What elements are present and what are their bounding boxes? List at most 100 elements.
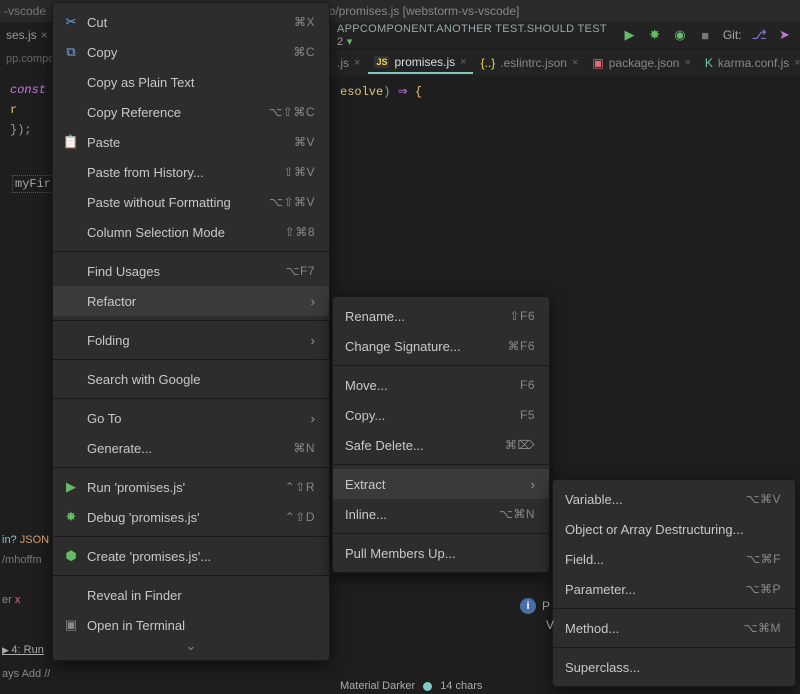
- menu-item-go-to[interactable]: Go To›: [53, 403, 329, 433]
- status-text: ays Add //: [2, 668, 50, 680]
- tool-window-run[interactable]: 4: Run: [2, 644, 44, 656]
- shortcut: ⌥⌘M: [744, 621, 781, 635]
- shortcut: ⌥⌘N: [499, 507, 535, 521]
- tab-package[interactable]: ▣package.json×: [586, 52, 697, 74]
- menu-item-folding[interactable]: Folding›: [53, 325, 329, 355]
- menu-item-label: Generate...: [87, 441, 269, 456]
- tab-promises[interactable]: JSpromises.js×: [368, 52, 472, 74]
- json-icon: {..}: [481, 56, 496, 70]
- menu-item-superclass[interactable]: Superclass...: [553, 652, 795, 682]
- menu-item-create-promises-js[interactable]: ⬢Create 'promises.js'...: [53, 541, 329, 571]
- karma-icon: K: [705, 56, 713, 70]
- close-icon[interactable]: ×: [460, 56, 466, 68]
- shortcut: ⇧⌘8: [285, 225, 315, 239]
- shortcut: ⌘N: [293, 441, 315, 455]
- run-output: in? JSON: [2, 534, 49, 546]
- git-label: Git:: [723, 28, 742, 42]
- code-editor[interactable]: const r });: [10, 80, 46, 140]
- push-icon[interactable]: ➤: [777, 27, 792, 43]
- menu-item-variable[interactable]: Variable...⌥⌘V: [553, 484, 795, 514]
- menu-item-rename[interactable]: Rename...⇧F6: [333, 301, 549, 331]
- debug-icon[interactable]: ✸: [647, 27, 662, 43]
- menu-item-copy-as-plain-text[interactable]: Copy as Plain Text: [53, 67, 329, 97]
- shortcut: ⌃⇧R: [285, 480, 315, 494]
- menu-item-field[interactable]: Field...⌥⌘F: [553, 544, 795, 574]
- menu-item-extract[interactable]: Extract›: [333, 469, 549, 499]
- menu-item-copy[interactable]: ⧉Copy⌘C: [53, 37, 329, 67]
- run-icon: ▶: [63, 479, 79, 495]
- close-icon[interactable]: ×: [354, 57, 360, 69]
- menu-item-safe-delete[interactable]: Safe Delete...⌘⌦: [333, 430, 549, 460]
- menu-item-copy-reference[interactable]: Copy Reference⌥⇧⌘C: [53, 97, 329, 127]
- menu-item-parameter[interactable]: Parameter...⌥⌘P: [553, 574, 795, 604]
- blank-icon: [63, 440, 79, 456]
- menu-item-open-in-terminal[interactable]: ▣Open in Terminal: [53, 610, 329, 640]
- menu-item-find-usages[interactable]: Find Usages⌥F7: [53, 256, 329, 286]
- menu-item-generate[interactable]: Generate... ⌘N: [53, 433, 329, 463]
- refactor-submenu: Rename...⇧F6Change Signature...⌘F6 Move..…: [332, 296, 550, 573]
- status-theme[interactable]: Material Darker: [340, 680, 415, 692]
- info-icon: i: [520, 598, 536, 614]
- editor-tabs: .js× JSpromises.js× {..}.eslintrc.json× …: [329, 50, 800, 76]
- menu-item-label: Column Selection Mode: [87, 225, 261, 240]
- stop-icon[interactable]: ■: [698, 27, 713, 43]
- menu-item-paste-from-history[interactable]: Paste from History...⇧⌘V: [53, 157, 329, 187]
- branch-icon[interactable]: ⎇: [752, 27, 767, 43]
- blank-icon: [63, 293, 79, 309]
- run-output-err: er x: [2, 594, 20, 606]
- shortcut: ⌥⌘V: [746, 492, 781, 506]
- run-config[interactable]: APPCOMPONENT.ANOTHER TEST.SHOULD TEST 2: [337, 23, 612, 48]
- run-icon[interactable]: ▶: [622, 27, 637, 43]
- coverage-icon[interactable]: ◉: [672, 27, 687, 43]
- shortcut: F5: [520, 408, 535, 422]
- blank-icon: [63, 74, 79, 90]
- close-icon[interactable]: ×: [794, 57, 800, 69]
- menu-item-label: Safe Delete...: [345, 438, 481, 453]
- blank-icon: [63, 371, 79, 387]
- shortcut: ⌥⌘P: [746, 582, 781, 596]
- menu-item-search-with-google[interactable]: Search with Google: [53, 364, 329, 394]
- shortcut: ⌃⇧D: [285, 510, 315, 524]
- tab-eslintrc[interactable]: {..}.eslintrc.json×: [475, 52, 585, 74]
- menu-item-inline[interactable]: Inline...⌥⌘N: [333, 499, 549, 529]
- term-icon: ▣: [63, 617, 79, 633]
- menu-item-run-promises-js[interactable]: ▶Run 'promises.js'⌃⇧R: [53, 472, 329, 502]
- menu-item-label: Copy...: [345, 408, 496, 423]
- menu-item-pull-members-up[interactable]: Pull Members Up...: [333, 538, 549, 568]
- close-icon[interactable]: ×: [684, 57, 690, 69]
- menu-item-method[interactable]: Method... ⌥⌘M: [553, 613, 795, 643]
- menu-item-label: Go To: [87, 411, 291, 426]
- menu-item-label: Reveal in Finder: [87, 588, 315, 603]
- menu-item-move[interactable]: Move...F6: [333, 370, 549, 400]
- tab-js[interactable]: .js×: [331, 52, 366, 74]
- code-line[interactable]: esolve) ⇒ {: [340, 84, 422, 99]
- menu-item-column-selection-mode[interactable]: Column Selection Mode ⇧⌘8: [53, 217, 329, 247]
- shortcut: ⌥⌘F: [746, 552, 781, 566]
- menu-item-label: Paste from History...: [87, 165, 259, 180]
- menu-item-label: Extract: [345, 477, 511, 492]
- menu-item-debug-promises-js[interactable]: ✸Debug 'promises.js'⌃⇧D: [53, 502, 329, 532]
- title-prefix: -vscode: [4, 4, 46, 18]
- menu-item-label: Method...: [565, 621, 720, 636]
- menu-item-reveal-in-finder[interactable]: Reveal in Finder: [53, 580, 329, 610]
- chevron-down-icon[interactable]: ⌄: [186, 638, 197, 654]
- chevron-right-icon: ›: [311, 294, 315, 309]
- tab-karma[interactable]: Kkarma.conf.js×: [699, 52, 800, 74]
- menu-item-paste-without-formatting[interactable]: Paste without Formatting⌥⇧⌘V: [53, 187, 329, 217]
- close-icon[interactable]: ×: [572, 57, 578, 69]
- menu-item-label: Refactor: [87, 294, 291, 309]
- menu-item-cut[interactable]: ✂Cut⌘X: [53, 7, 329, 37]
- info-popup[interactable]: i P: [520, 598, 550, 614]
- close-icon[interactable]: ×: [41, 28, 48, 42]
- menu-item-object-or-array-destructuring[interactable]: Object or Array Destructuring...: [553, 514, 795, 544]
- menu-item-change-signature[interactable]: Change Signature...⌘F6: [333, 331, 549, 361]
- menu-item-label: Copy as Plain Text: [87, 75, 315, 90]
- menu-item-label: Paste: [87, 135, 270, 150]
- menu-item-refactor[interactable]: Refactor ›: [53, 286, 329, 316]
- menu-item-copy[interactable]: Copy... F5: [333, 400, 549, 430]
- js-icon: JS: [374, 56, 389, 68]
- menu-item-label: Find Usages: [87, 264, 262, 279]
- shortcut: ⌘C: [293, 45, 315, 59]
- shortcut: ⌥⇧⌘V: [269, 195, 315, 209]
- menu-item-paste[interactable]: 📋Paste⌘V: [53, 127, 329, 157]
